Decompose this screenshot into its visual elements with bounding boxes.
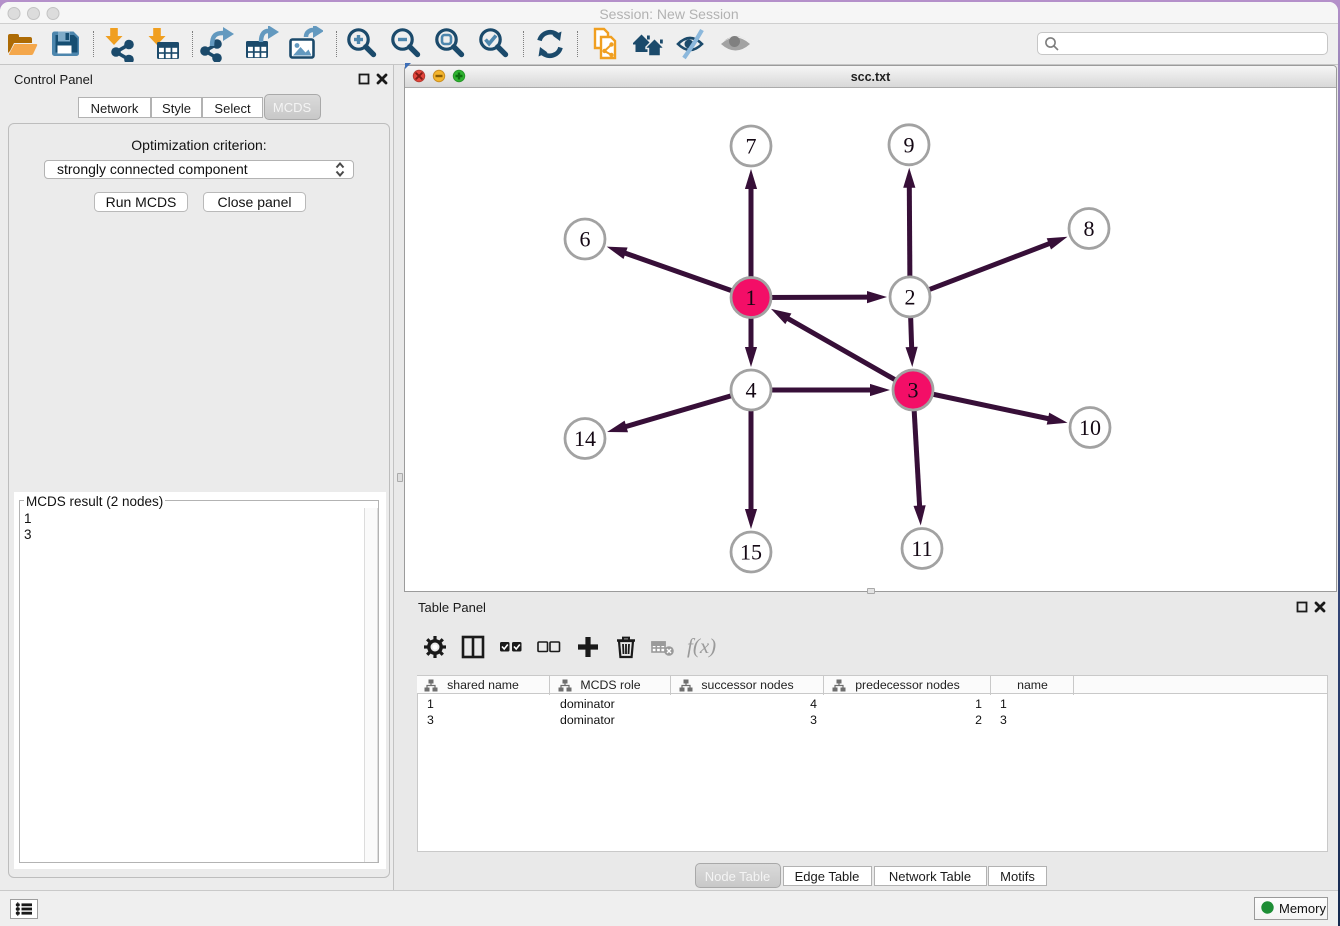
svg-text:3: 3 bbox=[908, 378, 919, 403]
svg-text:8: 8 bbox=[1084, 216, 1095, 241]
svg-text:6: 6 bbox=[580, 227, 591, 252]
svg-text:9: 9 bbox=[904, 132, 915, 157]
svg-text:11: 11 bbox=[911, 536, 932, 561]
svg-text:10: 10 bbox=[1079, 415, 1101, 440]
svg-text:7: 7 bbox=[746, 134, 757, 159]
svg-text:4: 4 bbox=[746, 378, 757, 403]
svg-text:15: 15 bbox=[740, 540, 762, 565]
svg-text:14: 14 bbox=[574, 426, 596, 451]
svg-text:1: 1 bbox=[746, 285, 757, 310]
svg-text:2: 2 bbox=[905, 284, 916, 309]
